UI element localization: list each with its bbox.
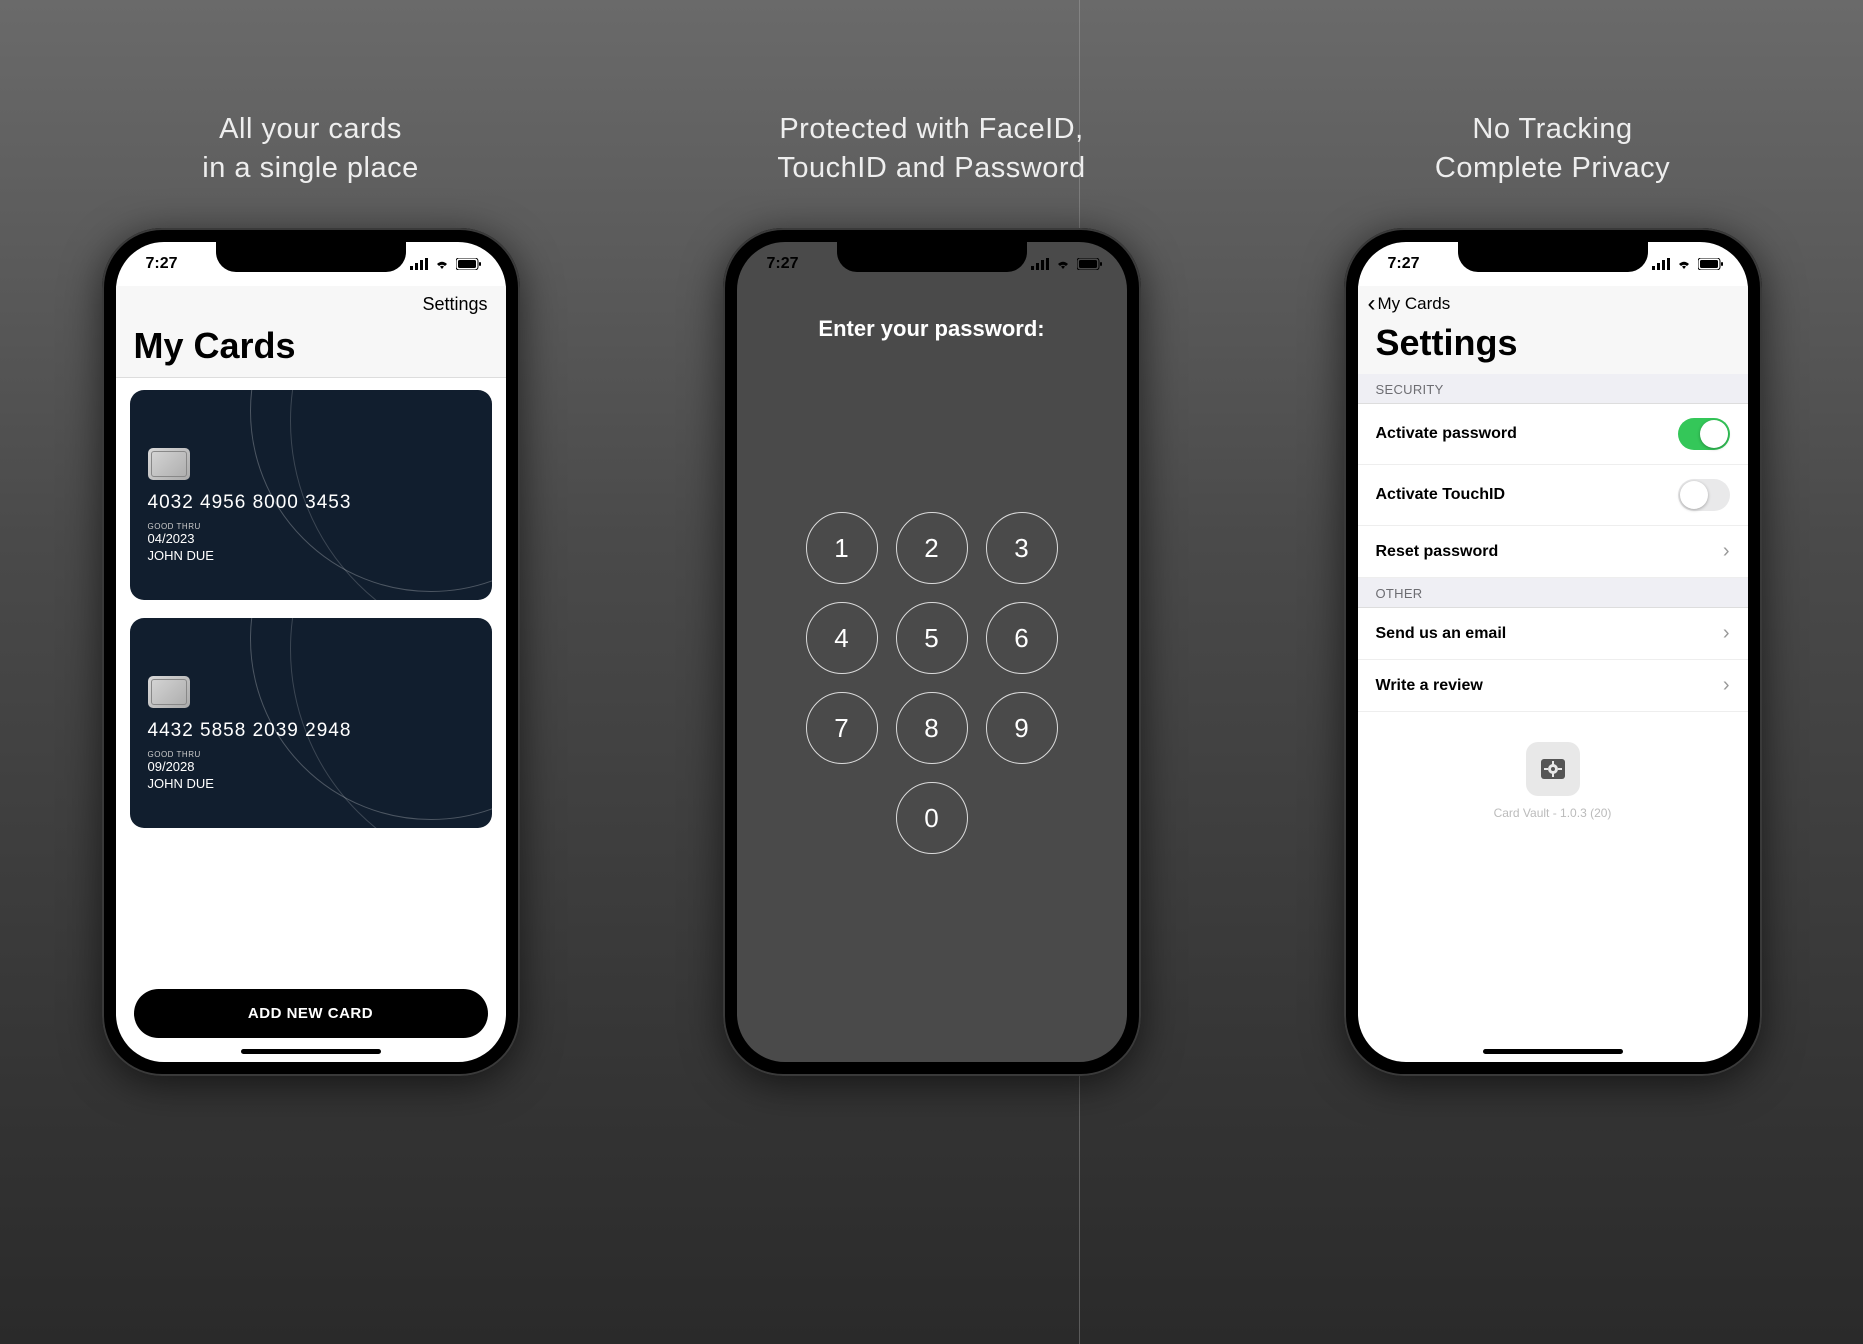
credit-card[interactable]: 4432 5858 2039 2948 GOOD THRU 09/2028 JO…	[130, 618, 492, 828]
wifi-icon	[1055, 258, 1071, 270]
screen-my-cards: 7:27 Settings My Cards 4032 4956 8000 34…	[116, 242, 506, 1062]
card-number: 4032 4956 8000 3453	[148, 492, 474, 514]
row-reset-password[interactable]: Reset password ›	[1358, 526, 1748, 578]
caption-3: No Tracking Complete Privacy	[1435, 110, 1670, 188]
toggle-password[interactable]	[1678, 418, 1730, 450]
status-time: 7:27	[767, 255, 799, 273]
row-label: Activate password	[1376, 425, 1517, 443]
card-expiry: 04/2023	[148, 531, 474, 546]
marketing-panel-1: All your cards in a single place 7:27 Se…	[0, 0, 621, 1344]
marketing-panel-3: No Tracking Complete Privacy 7:27 ‹ My C…	[1242, 0, 1863, 1344]
page-title: Settings	[1358, 320, 1748, 374]
chip-icon	[148, 448, 190, 480]
signal-icon	[1652, 258, 1670, 270]
status-time: 7:27	[1388, 255, 1420, 273]
keypad-8[interactable]: 8	[896, 692, 968, 764]
vault-icon	[1526, 742, 1580, 796]
keypad-7[interactable]: 7	[806, 692, 878, 764]
signal-icon	[410, 258, 428, 270]
back-label: My Cards	[1378, 294, 1451, 314]
phone-mock-2: 7:27 Enter your password: 1 2 3 4 5 6 7 …	[723, 228, 1141, 1076]
settings-link[interactable]: Settings	[422, 294, 487, 315]
wifi-icon	[434, 258, 450, 270]
keypad-5[interactable]: 5	[896, 602, 968, 674]
row-label: Send us an email	[1376, 625, 1507, 643]
wifi-icon	[1676, 258, 1692, 270]
section-security: SECURITY	[1358, 374, 1748, 404]
row-write-review[interactable]: Write a review ›	[1358, 660, 1748, 712]
card-expiry: 09/2028	[148, 759, 474, 774]
chevron-right-icon: ›	[1723, 622, 1730, 645]
keypad-0[interactable]: 0	[896, 782, 968, 854]
keypad-4[interactable]: 4	[806, 602, 878, 674]
battery-icon	[1077, 258, 1103, 270]
caption-1-line1: All your cards	[219, 113, 402, 145]
status-icons	[410, 258, 482, 270]
phone-mock-1: 7:27 Settings My Cards 4032 4956 8000 34…	[102, 228, 520, 1076]
cardholder-name: JOHN DUE	[148, 548, 474, 563]
page-title: My Cards	[116, 321, 506, 378]
row-label: Write a review	[1376, 677, 1483, 695]
add-new-card-button[interactable]: ADD NEW CARD	[134, 989, 488, 1038]
home-indicator	[1483, 1049, 1623, 1054]
app-version: Card Vault - 1.0.3 (20)	[1358, 806, 1748, 820]
keypad-6[interactable]: 6	[986, 602, 1058, 674]
caption-1-line2: in a single place	[202, 152, 418, 184]
status-icons	[1031, 258, 1103, 270]
row-label: Activate TouchID	[1376, 486, 1506, 504]
keypad-9[interactable]: 9	[986, 692, 1058, 764]
chevron-left-icon: ‹	[1368, 292, 1376, 316]
caption-2-line1: Protected with FaceID,	[779, 113, 1083, 145]
home-indicator	[241, 1049, 381, 1054]
phone-mock-3: 7:27 ‹ My Cards Settings SECURITY Activa…	[1344, 228, 1762, 1076]
keypad-1[interactable]: 1	[806, 512, 878, 584]
chip-icon	[148, 676, 190, 708]
keypad-3[interactable]: 3	[986, 512, 1058, 584]
notch	[1458, 242, 1648, 272]
toggle-touchid[interactable]	[1678, 479, 1730, 511]
row-activate-password[interactable]: Activate password	[1358, 404, 1748, 465]
numeric-keypad: 1 2 3 4 5 6 7 8 9 0	[737, 512, 1127, 854]
signal-icon	[1031, 258, 1049, 270]
notch	[216, 242, 406, 272]
cards-list: 4032 4956 8000 3453 GOOD THRU 04/2023 JO…	[116, 378, 506, 1008]
card-number: 4432 5858 2039 2948	[148, 720, 474, 742]
row-activate-touchid[interactable]: Activate TouchID	[1358, 465, 1748, 526]
status-icons	[1652, 258, 1724, 270]
password-prompt: Enter your password:	[737, 316, 1127, 342]
credit-card[interactable]: 4032 4956 8000 3453 GOOD THRU 04/2023 JO…	[130, 390, 492, 600]
good-thru-label: GOOD THRU	[148, 750, 474, 759]
screen-settings: 7:27 ‹ My Cards Settings SECURITY Activa…	[1358, 242, 1748, 1062]
row-send-email[interactable]: Send us an email ›	[1358, 608, 1748, 660]
marketing-panel-2: Protected with FaceID, TouchID and Passw…	[621, 0, 1242, 1344]
section-other: OTHER	[1358, 578, 1748, 608]
notch	[837, 242, 1027, 272]
caption-3-line1: No Tracking	[1472, 113, 1632, 145]
screen-password: 7:27 Enter your password: 1 2 3 4 5 6 7 …	[737, 242, 1127, 1062]
chevron-right-icon: ›	[1723, 674, 1730, 697]
caption-3-line2: Complete Privacy	[1435, 152, 1670, 184]
row-label: Reset password	[1376, 543, 1499, 561]
caption-1: All your cards in a single place	[202, 110, 418, 188]
caption-2: Protected with FaceID, TouchID and Passw…	[777, 110, 1085, 188]
app-footer: Card Vault - 1.0.3 (20)	[1358, 742, 1748, 820]
status-time: 7:27	[146, 255, 178, 273]
good-thru-label: GOOD THRU	[148, 522, 474, 531]
nav-bar: Settings	[116, 286, 506, 321]
back-button[interactable]: ‹ My Cards	[1358, 286, 1748, 320]
battery-icon	[456, 258, 482, 270]
chevron-right-icon: ›	[1723, 540, 1730, 563]
cardholder-name: JOHN DUE	[148, 776, 474, 791]
keypad-2[interactable]: 2	[896, 512, 968, 584]
battery-icon	[1698, 258, 1724, 270]
caption-2-line2: TouchID and Password	[777, 152, 1085, 184]
